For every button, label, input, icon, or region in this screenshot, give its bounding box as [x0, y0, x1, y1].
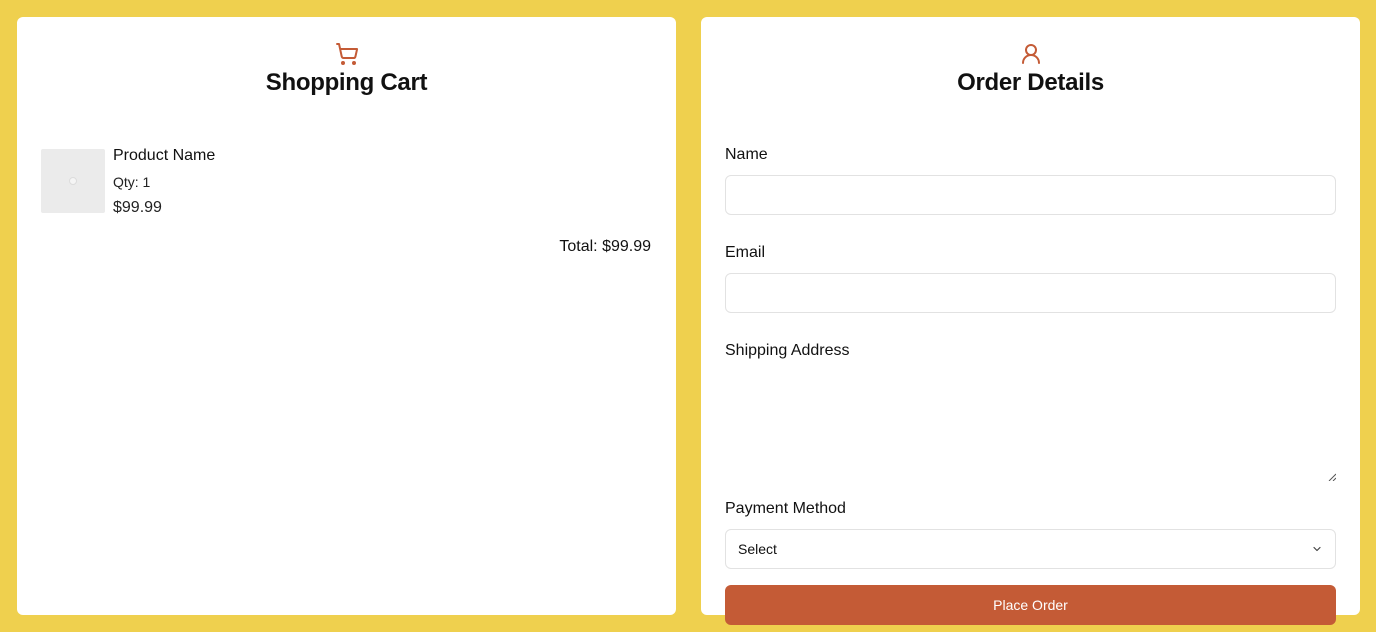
shipping-address-textarea[interactable] — [725, 371, 1336, 481]
product-quantity: Qty: 1 — [113, 174, 151, 190]
product-price: $99.99 — [113, 199, 162, 216]
cart-item: Product Name Qty: 1 $99.99 — [41, 147, 216, 218]
shipping-address-label: Shipping Address — [725, 342, 850, 359]
email-label: Email — [725, 244, 766, 261]
email-input[interactable] — [725, 273, 1336, 313]
image-placeholder-icon — [69, 177, 77, 185]
user-icon — [1021, 44, 1040, 64]
place-order-button[interactable]: Place Order — [725, 585, 1336, 625]
order-form: Name Email Shipping Address Payment Meth… — [725, 145, 1336, 625]
shopping-cart-icon — [335, 43, 358, 65]
product-image — [41, 149, 105, 213]
cart-total: Total: $99.99 — [559, 238, 651, 255]
order-details-panel: Order Details Name Email Shipping Addres… — [701, 17, 1360, 625]
name-label: Name — [725, 146, 768, 163]
payment-method-value: Select — [738, 541, 777, 557]
shopping-cart-panel: Shopping Cart Product Name Qty: 1 $99.99… — [17, 17, 676, 615]
cart-header: Shopping Cart — [17, 42, 676, 98]
resize-handle-icon[interactable] — [1328, 473, 1336, 481]
product-info: Product Name Qty: 1 $99.99 — [113, 147, 216, 218]
payment-method-select[interactable]: Select — [725, 529, 1336, 569]
product-name: Product Name — [113, 147, 216, 164]
order-header: Order Details — [701, 42, 1360, 98]
order-title: Order Details — [957, 69, 1104, 96]
name-input[interactable] — [725, 175, 1336, 215]
chevron-down-icon — [1313, 546, 1321, 552]
cart-title: Shopping Cart — [265, 69, 428, 96]
payment-method-label: Payment Method — [725, 500, 846, 517]
